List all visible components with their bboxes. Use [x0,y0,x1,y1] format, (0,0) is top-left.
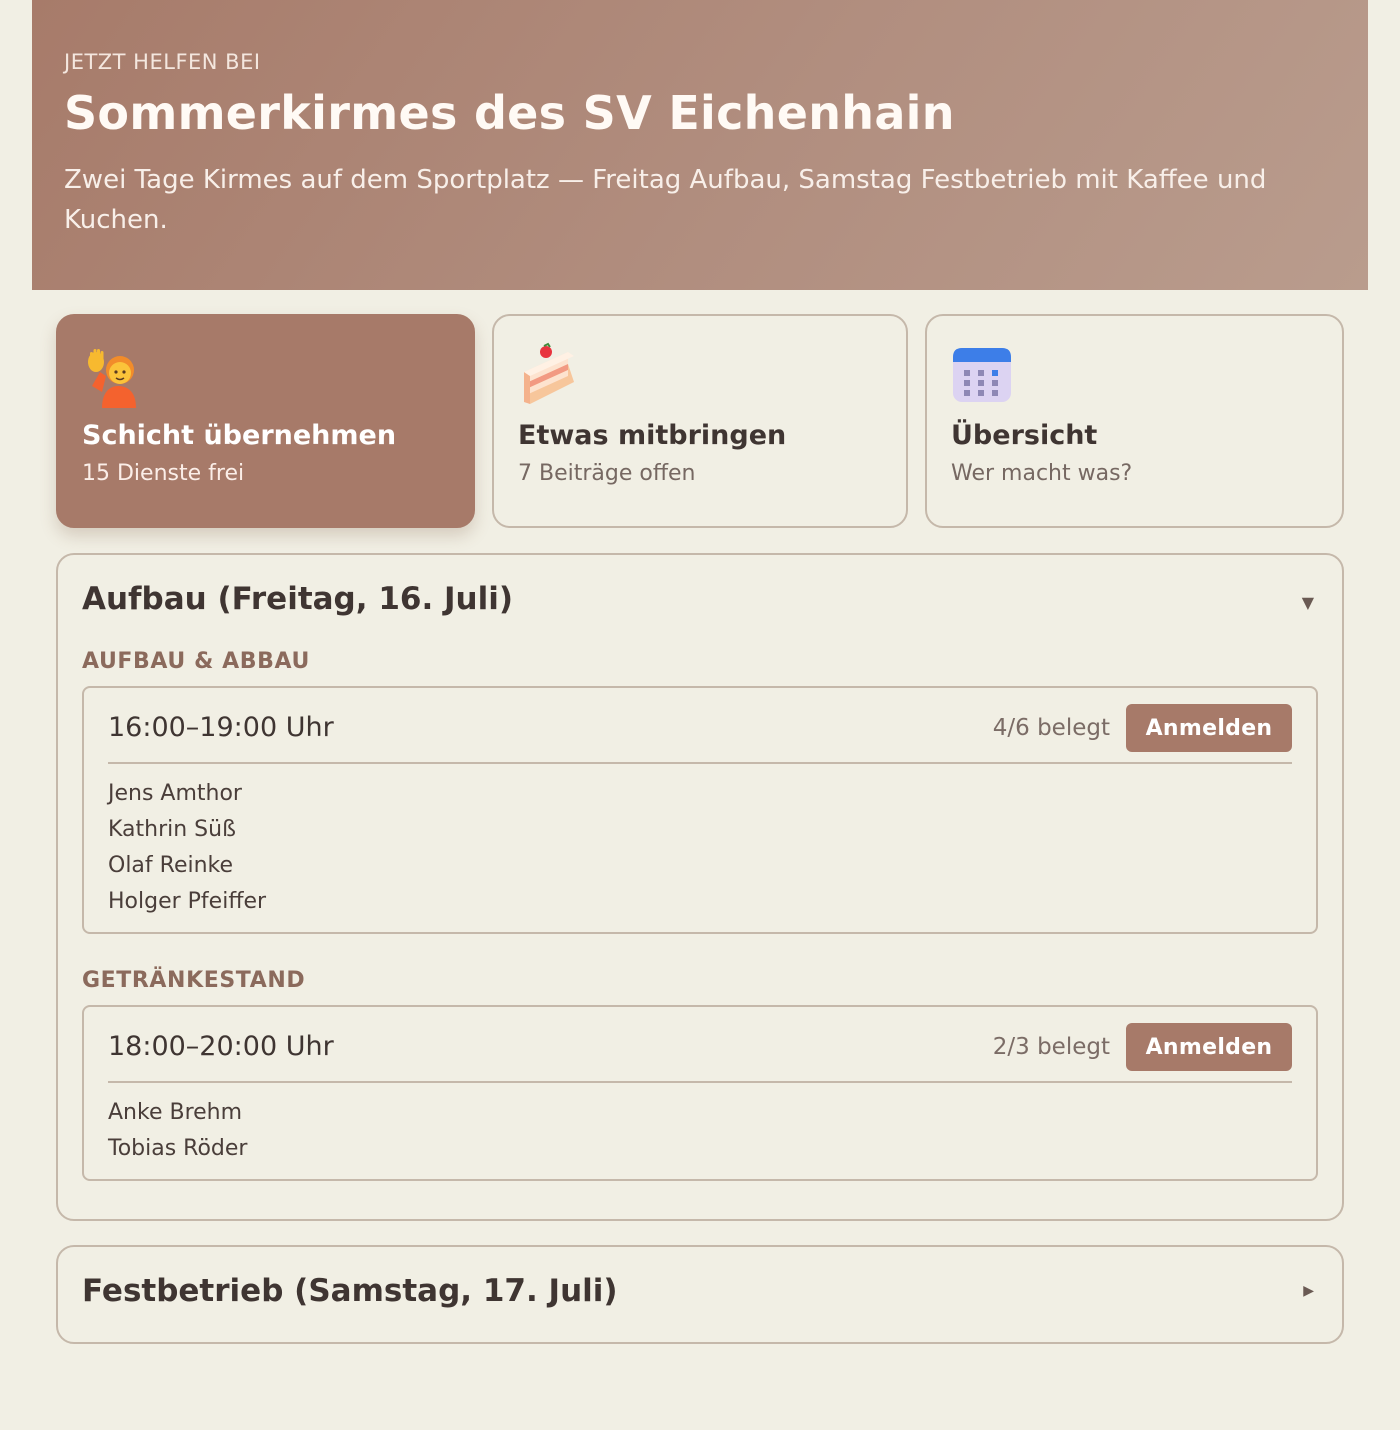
helper-name: Holger Pfeiffer [108,889,267,914]
raising-hand-person-icon [88,349,136,408]
slot-time: 18:00–20:00 Uhr [108,1031,334,1062]
calendar-icon [953,348,1011,402]
group-label: AUFBAU & ABBAU [82,649,310,674]
section-header[interactable]: Aufbau (Freitag, 16. Juli) ▼ [58,555,1342,649]
helper-name: Tobias Röder [108,1136,248,1161]
shift-slot: 16:00–19:00 Uhr 4/6 belegt Anmelden Jens… [82,686,1318,934]
card-overview[interactable]: Übersicht Wer macht was? [925,314,1344,528]
slot-header: 18:00–20:00 Uhr 2/3 belegt Anmelden [108,1023,1292,1083]
hero-description: Zwei Tage Kirmes auf dem Sportplatz — Fr… [64,165,1267,235]
section-aufbau: Aufbau (Freitag, 16. Juli) ▼ AUFBAU & AB… [56,553,1344,1221]
helper-name: Anke Brehm [108,1100,243,1125]
slot-occupancy: 2/3 belegt [992,1034,1110,1060]
helper-list: Jens Amthor Kathrin Süß Olaf Reinke Holg… [108,764,1292,920]
card-subtitle: 7 Beiträge offen [518,461,696,486]
cake-slice-icon [524,342,574,404]
page-title: Sommerkirmes des SV Eichenhain [64,86,955,140]
signup-button[interactable]: Anmelden [1126,704,1292,752]
chevron-right-icon: ▶ [1303,1283,1314,1299]
card-shift[interactable]: Schicht übernehmen 15 Dienste frei [56,314,475,528]
card-title: Schicht übernehmen [82,420,397,451]
card-subtitle: 15 Dienste frei [82,461,245,486]
slot-occupancy: 4/6 belegt [992,715,1110,741]
helper-list: Anke Brehm Tobias Röder [108,1083,1292,1167]
card-subtitle: Wer macht was? [951,461,1133,486]
slot-time: 16:00–19:00 Uhr [108,712,334,743]
hero-banner: JETZT HELFEN BEI Sommerkirmes des SV Eic… [32,0,1368,290]
card-title: Übersicht [951,420,1098,451]
section-header[interactable]: Festbetrieb (Samstag, 17. Juli) ▶ [58,1247,1342,1341]
section-title: Festbetrieb (Samstag, 17. Juli) [82,1273,618,1309]
hero-eyebrow: JETZT HELFEN BEI [64,50,261,74]
card-title: Etwas mitbringen [518,420,787,451]
helper-name: Jens Amthor [108,781,242,806]
section-title: Aufbau (Freitag, 16. Juli) [82,581,514,617]
group-label: GETRÄNKESTAND [82,968,306,993]
shift-slot: 18:00–20:00 Uhr 2/3 belegt Anmelden Anke… [82,1005,1318,1181]
signup-button[interactable]: Anmelden [1126,1023,1292,1071]
card-bring[interactable]: Etwas mitbringen 7 Beiträge offen [492,314,908,528]
slot-header: 16:00–19:00 Uhr 4/6 belegt Anmelden [108,704,1292,764]
helper-name: Olaf Reinke [108,853,234,878]
chevron-down-icon: ▼ [1301,593,1314,612]
action-cards: Schicht übernehmen 15 Dienste frei Etwas… [56,314,1344,528]
helper-name: Kathrin Süß [108,817,236,842]
section-festbetrieb: Festbetrieb (Samstag, 17. Juli) ▶ [56,1245,1344,1344]
